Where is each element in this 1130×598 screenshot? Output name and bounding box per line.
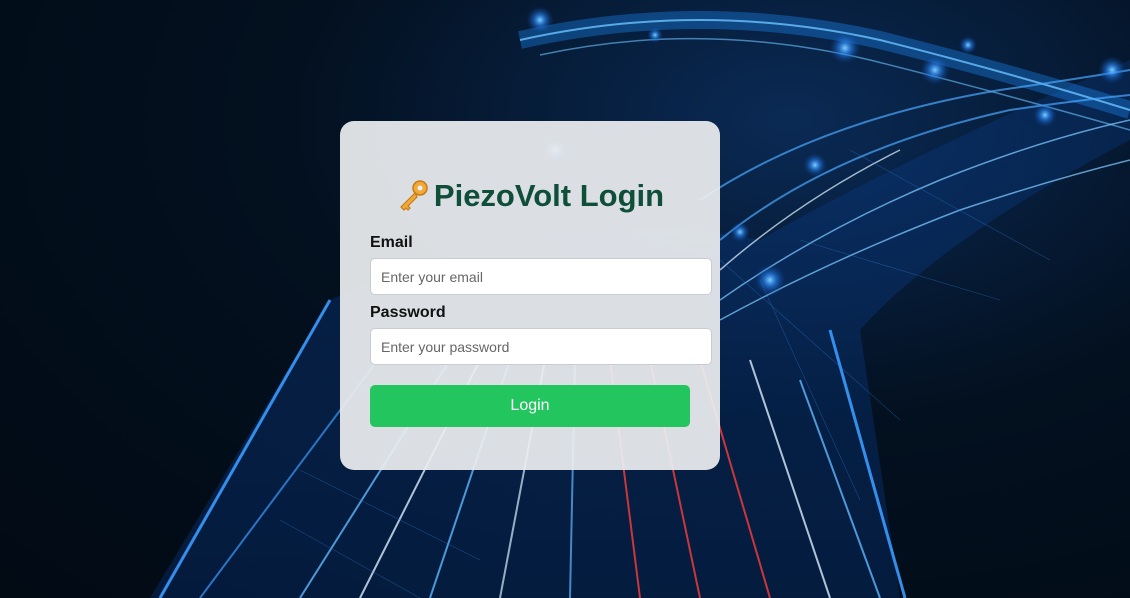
key-icon [396, 178, 430, 212]
password-label: Password [370, 304, 446, 321]
login-button[interactable]: Login [370, 385, 690, 427]
email-field[interactable] [370, 258, 712, 295]
password-field[interactable] [370, 328, 712, 365]
email-label: Email [370, 234, 413, 251]
page-title: PiezoVolt Login [340, 176, 720, 216]
title-text: PiezoVolt Login [433, 178, 665, 213]
